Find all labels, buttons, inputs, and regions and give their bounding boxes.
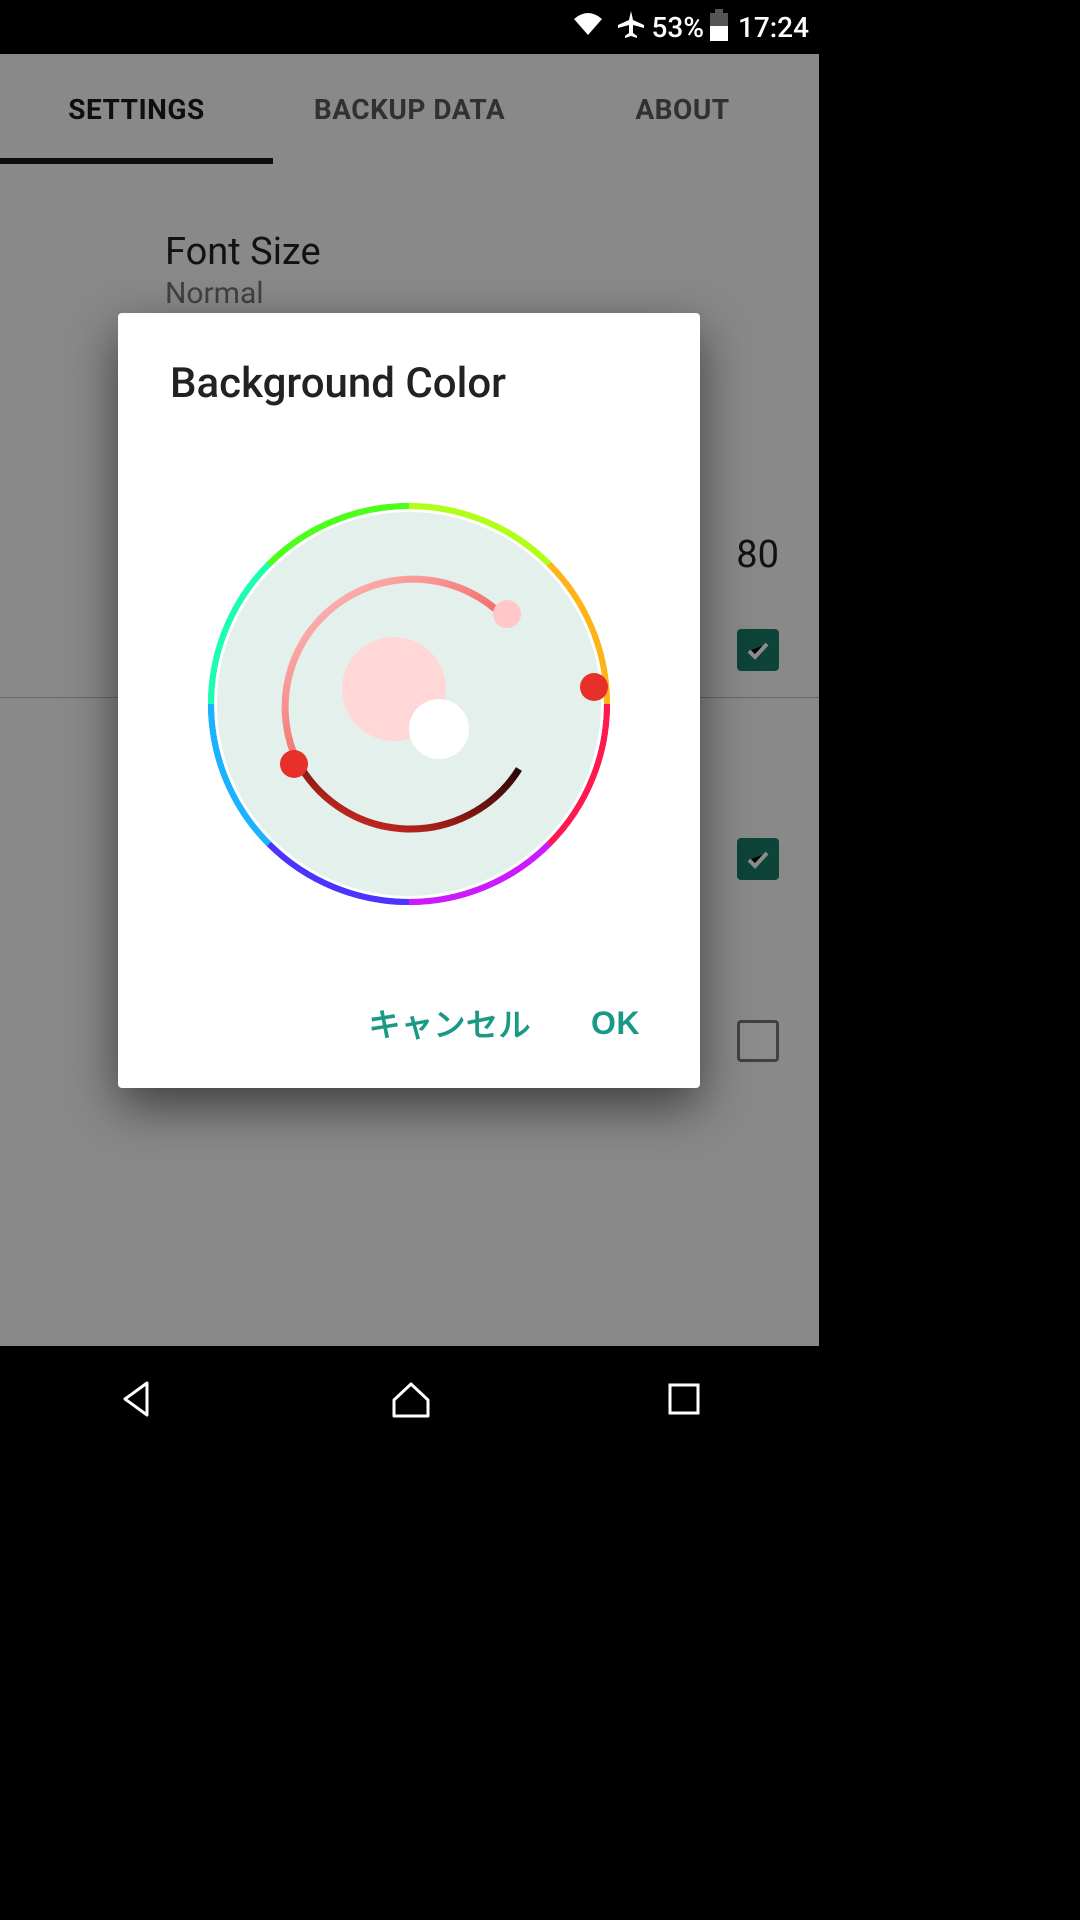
color-wheel-icon[interactable] — [194, 489, 624, 919]
status-bar: 53% 17:24 — [0, 0, 819, 54]
clock: 17:24 — [738, 11, 809, 44]
home-button[interactable] — [388, 1376, 434, 1426]
back-button[interactable] — [115, 1377, 159, 1425]
cancel-button[interactable]: キャンセル — [368, 1000, 531, 1046]
battery-percentage: 53% — [652, 11, 704, 44]
dialog-title: Background Color — [118, 313, 700, 408]
dialog-actions: キャンセル OK — [118, 1000, 700, 1088]
dialog-body — [118, 408, 700, 1000]
airplane-mode-icon — [616, 9, 646, 46]
color-picker-dialog: Background Color — [118, 313, 700, 1088]
ok-button[interactable]: OK — [591, 1005, 640, 1042]
wifi-icon — [572, 11, 604, 44]
nav-bar — [0, 1346, 819, 1456]
battery-icon — [710, 13, 728, 41]
recent-apps-button[interactable] — [664, 1379, 704, 1423]
